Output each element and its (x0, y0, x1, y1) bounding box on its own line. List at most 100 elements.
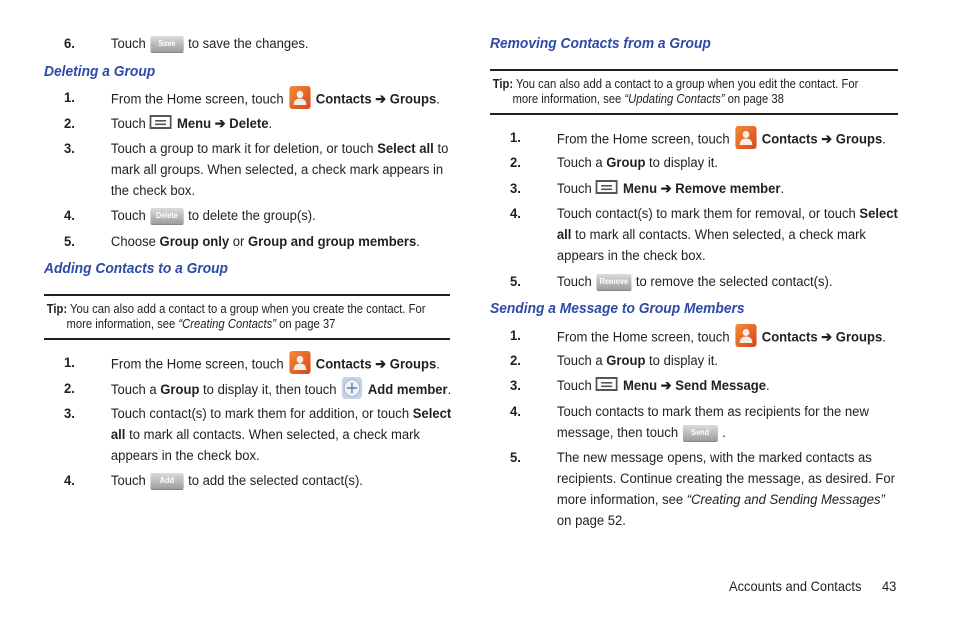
tip-reference[interactable]: “Updating Contacts” (624, 92, 724, 106)
step-text: Touch contact(s) to mark them for additi… (110, 406, 413, 422)
step-text: to mark all contacts. When selected, a c… (125, 427, 420, 443)
menu-icon[interactable] (595, 377, 618, 392)
step-number: 3. (510, 181, 521, 197)
tip-text: on page 37 (275, 317, 336, 331)
step-text: From the Home screen, touch (110, 356, 284, 373)
step-text: Touch (556, 274, 592, 290)
step-text: . (882, 329, 886, 346)
step-text: From the Home screen, touch (556, 329, 730, 346)
save-button[interactable]: Save (150, 36, 184, 53)
step-number: 3. (64, 406, 75, 422)
step-number: 5. (510, 274, 521, 290)
tip-label: Tip: (46, 302, 68, 316)
step-bold: Menu ➔ Delete (177, 116, 269, 132)
step-number: 2. (64, 381, 75, 397)
step-number: 2. (510, 353, 521, 369)
contacts-icon[interactable] (735, 324, 757, 347)
contacts-icon[interactable] (289, 86, 311, 109)
heading-adding-contacts: Adding Contacts to a Group (44, 260, 228, 277)
step-text: Touch (110, 473, 146, 489)
step-text: . (436, 356, 440, 373)
step-text: . (268, 116, 273, 132)
step-text: The new message opens, with the marked c… (556, 450, 872, 466)
step-number: 2. (64, 116, 75, 132)
step-number: 4. (64, 208, 75, 224)
step-reference[interactable]: “Creating and Sending Messages” (687, 492, 885, 508)
step-text: mark all groups. When selected, a check … (110, 162, 444, 178)
add-button[interactable]: Add (150, 473, 184, 490)
step-number: 1. (510, 328, 521, 344)
contacts-icon[interactable] (289, 351, 311, 374)
step-text: to remove the selected contact(s). (635, 274, 833, 290)
menu-icon[interactable] (149, 115, 172, 130)
add-member-icon[interactable] (342, 377, 363, 399)
step-text: to display it. (645, 353, 718, 369)
step-bold: Select (859, 206, 898, 222)
step-bold: Select (412, 406, 452, 422)
step-text: Touch a (556, 155, 607, 171)
step-text: . (780, 181, 785, 197)
step-text: Touch a group to mark it for deletion, o… (110, 141, 378, 157)
step-text: the check box. (110, 183, 196, 199)
remove-button[interactable]: Remove (596, 274, 632, 291)
step-number: 2. (510, 155, 521, 171)
menu-icon[interactable] (595, 180, 618, 195)
delete-button[interactable]: Delete (150, 208, 184, 225)
step-number: 6. (64, 36, 75, 52)
step-bold: Contacts ➔ Groups (761, 131, 883, 148)
tip-text: You can also add a contact to a group wh… (70, 302, 426, 316)
step-bold: Add member (367, 381, 448, 398)
tip-text: more information, see (512, 92, 625, 106)
step-bold: all (556, 227, 572, 243)
step-number: 4. (510, 404, 521, 420)
step-text: to mark all contacts. When selected, a c… (571, 227, 866, 243)
option-group-and-members: Group and group members (248, 234, 417, 250)
step-number: 4. (64, 473, 75, 489)
step-bold: Select all (377, 141, 434, 157)
step-bold: Contacts ➔ Groups (761, 329, 883, 346)
tip-box: Tip: You can also add a contact to a gro… (44, 294, 450, 340)
step-text: to save the changes. (188, 36, 309, 52)
step-text: . (765, 378, 770, 394)
step-number: 3. (510, 378, 521, 394)
send-button[interactable]: Send (682, 425, 718, 442)
step-bold: Group (160, 381, 200, 398)
step-text: Touch (110, 208, 146, 224)
tip-text: You can also add a contact to a group wh… (516, 77, 859, 91)
tip-label: Tip: (492, 77, 514, 91)
step-text: to (433, 141, 449, 157)
step-text: appears in the check box. (556, 248, 706, 264)
tip-reference[interactable]: “Creating Contacts” (178, 317, 276, 331)
step-bold: Group (606, 353, 646, 369)
step-text: message, then touch (556, 425, 679, 441)
step-text: or (229, 234, 249, 250)
step-text: . (882, 131, 886, 148)
step-number: 1. (64, 355, 75, 371)
step-text: Touch a (110, 381, 161, 398)
step-text: Touch (110, 36, 146, 52)
contacts-icon[interactable] (735, 126, 757, 149)
step-number: 5. (510, 450, 521, 466)
heading-sending-message: Sending a Message to Group Members (490, 300, 745, 317)
tip-box: Tip: You can also add a contact to a gro… (490, 69, 898, 115)
step-text: Touch contact(s) to mark them for remova… (556, 206, 860, 222)
step-number: 4. (510, 206, 521, 222)
step-bold: Group (606, 155, 646, 171)
step-bold: all (110, 427, 126, 443)
step-bold: Contacts ➔ Groups (315, 91, 437, 108)
step-text: to add the selected contact(s). (188, 473, 363, 489)
step-text: Choose (110, 234, 160, 250)
step-text: . (447, 381, 452, 398)
tip-text: on page 38 (724, 92, 784, 106)
step-text: to display it, then touch (199, 381, 337, 398)
step-bold: Menu ➔ Send Message (623, 378, 766, 394)
step-text: Touch (556, 181, 592, 197)
step-number: 5. (64, 234, 75, 250)
step-text: . (722, 425, 726, 441)
heading-deleting-group: Deleting a Group (44, 63, 156, 80)
tip-text: more information, see (66, 317, 179, 331)
step-text: . (436, 91, 440, 108)
step-text: From the Home screen, touch (110, 91, 284, 108)
step-text: . (416, 234, 420, 250)
heading-removing-contacts: Removing Contacts from a Group (490, 35, 711, 52)
